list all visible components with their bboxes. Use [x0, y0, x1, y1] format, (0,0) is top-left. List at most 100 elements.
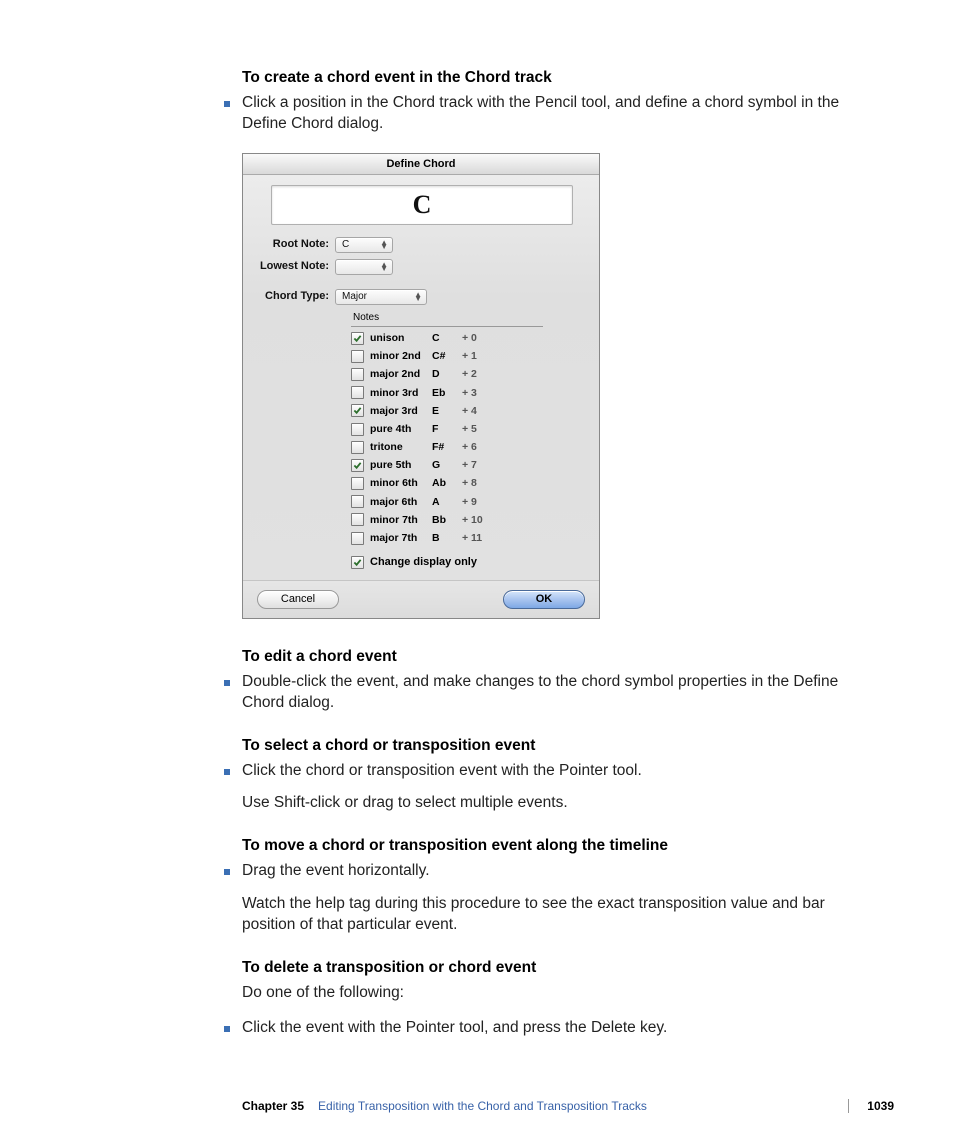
note-interval-name: unison: [370, 331, 432, 345]
dropdown-arrows-icon: ▲▼: [380, 263, 388, 271]
note-offset: + 5: [462, 422, 502, 436]
footer-chapter-label: Chapter 35: [242, 1099, 304, 1113]
note-interval-name: pure 5th: [370, 458, 432, 472]
note-pitch: F: [432, 422, 462, 436]
note-interval-name: minor 3rd: [370, 386, 432, 400]
note-row: minor 6thAb+ 8: [351, 476, 543, 490]
note-pitch: A: [432, 495, 462, 509]
note-offset: + 8: [462, 476, 502, 490]
note-pitch: G: [432, 458, 462, 472]
bullet-icon: [224, 769, 230, 775]
body-move-event: Drag the event horizontally.: [242, 861, 430, 882]
note-offset: + 1: [462, 349, 502, 363]
change-display-checkbox[interactable]: [351, 556, 364, 569]
note-checkbox[interactable]: [351, 404, 364, 417]
root-note-value: C: [342, 238, 349, 252]
note-offset: + 7: [462, 458, 502, 472]
define-chord-dialog: Define Chord C Root Note: C ▲▼ Lowest No…: [242, 153, 600, 619]
note-interval-name: major 7th: [370, 531, 432, 545]
cancel-button[interactable]: Cancel: [257, 590, 339, 609]
note-row: minor 2ndC#+ 1: [351, 349, 543, 363]
note-pitch: D: [432, 367, 462, 381]
note-row: pure 4thF+ 5: [351, 422, 543, 436]
lowest-note-label: Lowest Note:: [257, 259, 329, 274]
ok-button[interactable]: OK: [503, 590, 585, 609]
note-checkbox[interactable]: [351, 441, 364, 454]
note-offset: + 2: [462, 367, 502, 381]
body-create-chord: Click a position in the Chord track with…: [242, 93, 872, 135]
note-row: major 3rdE+ 4: [351, 404, 543, 418]
note-interval-name: pure 4th: [370, 422, 432, 436]
body-select-chord-sub: Use Shift-click or drag to select multip…: [242, 793, 872, 814]
body-select-chord: Click the chord or transposition event w…: [242, 761, 642, 782]
chord-type-value: Major: [342, 290, 367, 304]
note-checkbox[interactable]: [351, 368, 364, 381]
heading-create-chord: To create a chord event in the Chord tra…: [242, 68, 872, 89]
body-delete-event-bullet: Click the event with the Pointer tool, a…: [242, 1018, 667, 1039]
note-row: minor 7thBb+ 10: [351, 513, 543, 527]
heading-delete-event: To delete a transposition or chord event: [242, 958, 872, 979]
lowest-note-dropdown[interactable]: ▲▼: [335, 259, 393, 275]
footer-page-number: 1039: [867, 1099, 894, 1113]
note-checkbox[interactable]: [351, 350, 364, 363]
note-row: major 6thA+ 9: [351, 495, 543, 509]
heading-move-event: To move a chord or transposition event a…: [242, 836, 872, 857]
note-row: minor 3rdEb+ 3: [351, 386, 543, 400]
note-pitch: E: [432, 404, 462, 418]
note-row: major 2ndD+ 2: [351, 367, 543, 381]
body-move-event-sub: Watch the help tag during this procedure…: [242, 894, 872, 936]
note-checkbox[interactable]: [351, 423, 364, 436]
note-interval-name: major 6th: [370, 495, 432, 509]
root-note-label: Root Note:: [257, 237, 329, 252]
dropdown-arrows-icon: ▲▼: [380, 241, 388, 249]
note-pitch: C: [432, 331, 462, 345]
note-checkbox[interactable]: [351, 332, 364, 345]
note-pitch: C#: [432, 349, 462, 363]
change-display-label: Change display only: [370, 555, 477, 570]
note-pitch: F#: [432, 440, 462, 454]
footer-chapter-title: Editing Transposition with the Chord and…: [318, 1099, 830, 1113]
note-offset: + 10: [462, 513, 502, 527]
notes-header: Notes: [351, 311, 543, 328]
note-row: tritoneF#+ 6: [351, 440, 543, 454]
heading-select-chord: To select a chord or transposition event: [242, 736, 872, 757]
bullet-icon: [224, 1026, 230, 1032]
heading-edit-chord: To edit a chord event: [242, 647, 872, 668]
note-interval-name: major 3rd: [370, 404, 432, 418]
bullet-icon: [224, 101, 230, 107]
note-interval-name: minor 7th: [370, 513, 432, 527]
body-delete-event-sub: Do one of the following:: [242, 983, 872, 1004]
dialog-title: Define Chord: [243, 154, 599, 175]
note-checkbox[interactable]: [351, 386, 364, 399]
body-edit-chord: Double-click the event, and make changes…: [242, 672, 872, 714]
note-pitch: Ab: [432, 476, 462, 490]
note-offset: + 6: [462, 440, 502, 454]
note-interval-name: minor 2nd: [370, 349, 432, 363]
note-interval-name: tritone: [370, 440, 432, 454]
note-pitch: Bb: [432, 513, 462, 527]
note-checkbox[interactable]: [351, 513, 364, 526]
note-interval-name: major 2nd: [370, 367, 432, 381]
note-checkbox[interactable]: [351, 495, 364, 508]
root-note-dropdown[interactable]: C ▲▼: [335, 237, 393, 253]
note-interval-name: minor 6th: [370, 476, 432, 490]
note-checkbox[interactable]: [351, 532, 364, 545]
note-row: major 7thB+ 11: [351, 531, 543, 545]
note-row: pure 5thG+ 7: [351, 458, 543, 472]
page-footer: Chapter 35 Editing Transposition with th…: [242, 1099, 894, 1113]
chord-display: C: [271, 185, 573, 225]
note-pitch: B: [432, 531, 462, 545]
note-offset: + 0: [462, 331, 502, 345]
chord-type-dropdown[interactable]: Major ▲▼: [335, 289, 427, 305]
note-checkbox[interactable]: [351, 459, 364, 472]
note-pitch: Eb: [432, 386, 462, 400]
chord-type-label: Chord Type:: [257, 289, 329, 304]
footer-separator: [848, 1099, 849, 1113]
note-checkbox[interactable]: [351, 477, 364, 490]
note-offset: + 11: [462, 531, 502, 545]
bullet-icon: [224, 869, 230, 875]
note-offset: + 9: [462, 495, 502, 509]
note-offset: + 3: [462, 386, 502, 400]
bullet-icon: [224, 680, 230, 686]
note-offset: + 4: [462, 404, 502, 418]
